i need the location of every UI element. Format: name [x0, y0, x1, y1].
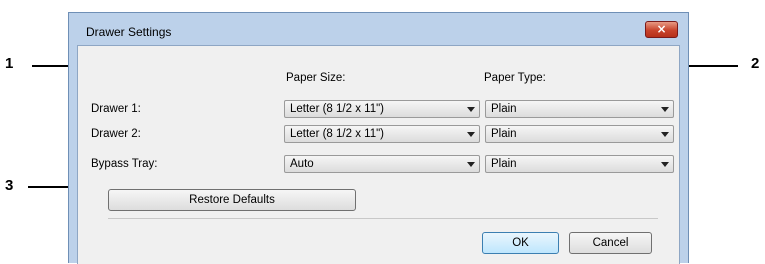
- drawer-2-paper-type-select[interactable]: Plain: [485, 125, 674, 143]
- drawer-1-paper-size-select[interactable]: Letter (8 1/2 x 11"): [284, 100, 480, 118]
- callout-1: 1: [5, 55, 14, 72]
- chevron-down-icon: [661, 162, 669, 167]
- ok-button[interactable]: OK: [482, 232, 559, 254]
- chevron-down-icon: [661, 107, 669, 112]
- dialog-title: Drawer Settings: [86, 25, 172, 39]
- restore-defaults-button[interactable]: Restore Defaults: [108, 189, 356, 211]
- dialog-content: Paper Size: Paper Type: Drawer 1: Letter…: [77, 45, 680, 264]
- separator: [108, 218, 658, 219]
- chevron-down-icon: [467, 107, 475, 112]
- drawer-1-paper-type-select[interactable]: Plain: [485, 100, 674, 118]
- drawer-1-label: Drawer 1:: [91, 103, 141, 115]
- cancel-button[interactable]: Cancel: [569, 232, 652, 254]
- drawer-2-paper-size-select[interactable]: Letter (8 1/2 x 11"): [284, 125, 480, 143]
- bypass-tray-paper-type-select[interactable]: Plain: [485, 155, 674, 173]
- chevron-down-icon: [467, 132, 475, 137]
- callout-3: 3: [5, 177, 14, 194]
- close-icon: ×: [656, 22, 667, 36]
- drawer-settings-dialog: Drawer Settings × Paper Size: Paper Type…: [68, 12, 689, 264]
- paper-type-header: Paper Type:: [484, 72, 546, 84]
- callout-2: 2: [751, 55, 760, 72]
- chevron-down-icon: [467, 162, 475, 167]
- drawer-1-paper-type-value: Plain: [491, 103, 517, 115]
- bypass-tray-paper-type-value: Plain: [491, 158, 517, 170]
- drawer-2-paper-type-value: Plain: [491, 128, 517, 140]
- bypass-tray-label: Bypass Tray:: [91, 158, 158, 170]
- drawer-2-paper-size-value: Letter (8 1/2 x 11"): [290, 128, 384, 140]
- bypass-tray-paper-size-value: Auto: [290, 158, 314, 170]
- close-button[interactable]: ×: [645, 21, 678, 38]
- title-bar: Drawer Settings ×: [69, 13, 688, 45]
- bypass-tray-paper-size-select[interactable]: Auto: [284, 155, 480, 173]
- drawer-1-paper-size-value: Letter (8 1/2 x 11"): [290, 103, 384, 115]
- paper-size-header: Paper Size:: [286, 72, 346, 84]
- drawer-2-label: Drawer 2:: [91, 128, 141, 140]
- chevron-down-icon: [661, 132, 669, 137]
